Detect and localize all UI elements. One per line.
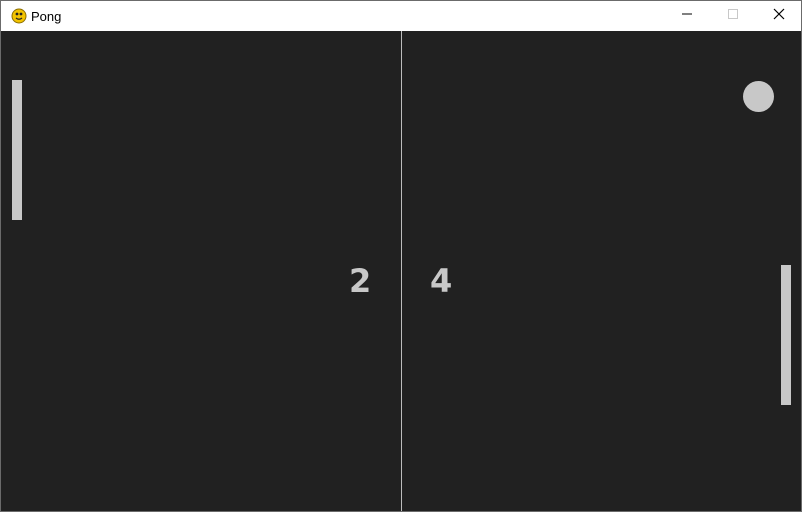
ball [743, 81, 774, 112]
game-canvas[interactable]: 2 4 [1, 31, 801, 511]
minimize-icon [681, 7, 693, 25]
close-icon [773, 7, 785, 25]
right-paddle [781, 265, 791, 405]
python-snake-icon [10, 7, 28, 25]
left-paddle [12, 80, 22, 220]
app-window: Pong 2 4 [0, 0, 802, 512]
maximize-button[interactable] [710, 1, 756, 31]
center-net [401, 31, 402, 511]
close-button[interactable] [756, 1, 802, 31]
right-score: 4 [430, 262, 453, 300]
window-title: Pong [31, 9, 62, 24]
left-score: 2 [349, 262, 372, 300]
maximize-icon [727, 7, 739, 25]
title-bar[interactable]: Pong [1, 1, 801, 31]
minimize-button[interactable] [664, 1, 710, 31]
